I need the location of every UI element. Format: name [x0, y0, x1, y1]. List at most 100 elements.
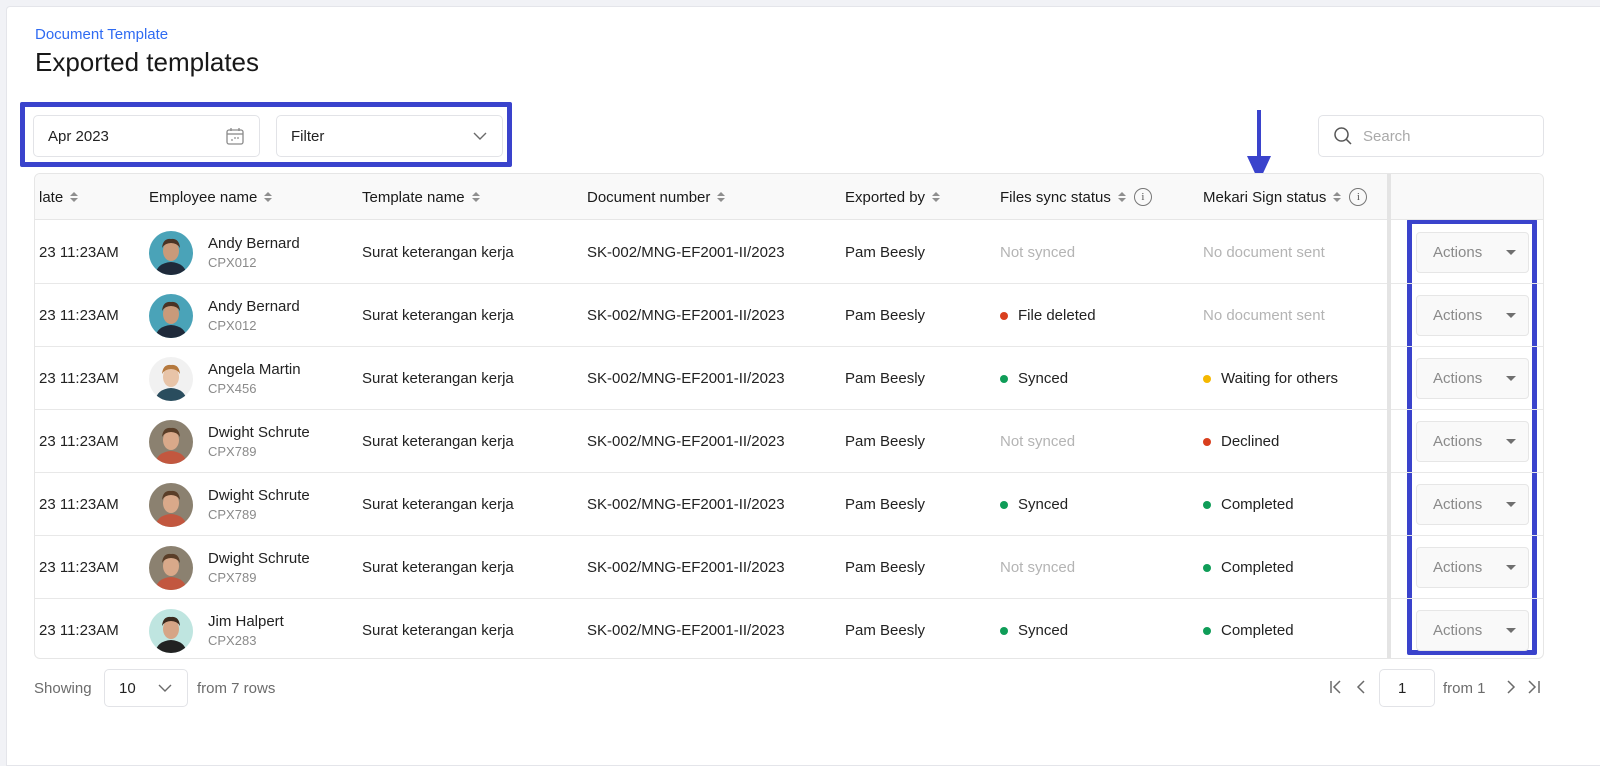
cell-exported-by: Pam Beesly — [845, 622, 926, 639]
actions-label: Actions — [1433, 244, 1483, 261]
search-input[interactable] — [1363, 127, 1533, 145]
caret-down-icon — [1506, 502, 1516, 507]
column-header-date[interactable]: late — [39, 174, 79, 220]
cell-employee[interactable]: Angela Martin CPX456 — [149, 347, 301, 410]
cell-mekari-sign-status: Declined — [1203, 410, 1279, 473]
sort-icon — [932, 192, 941, 202]
actions-label: Actions — [1433, 370, 1483, 387]
next-page-icon[interactable] — [1502, 678, 1520, 696]
files-sync-status-text: Synced — [1018, 496, 1069, 513]
employee-name: Andy Bernard — [208, 297, 300, 315]
column-header-label: Employee name — [149, 188, 258, 206]
column-header-label: Document number — [587, 188, 711, 206]
cell-document-number: SK-002/MNG-EF2001-II/2023 — [587, 559, 785, 576]
sort-icon — [70, 192, 79, 202]
cell-date: 23 11:23AM — [39, 496, 119, 513]
cell-employee[interactable]: Jim Halpert CPX283 — [149, 599, 284, 658]
cell-files-sync-status: Not synced — [1000, 536, 1075, 599]
cell-date: 23 11:23AM — [39, 622, 119, 639]
cell-files-sync-status: Synced — [1000, 347, 1068, 410]
column-header-mekari-sign-status[interactable]: Mekari Sign status i — [1203, 174, 1368, 220]
cell-exported-by: Pam Beesly — [845, 370, 926, 387]
employee-name: Angela Martin — [208, 360, 301, 378]
status-dot — [1203, 374, 1211, 383]
caret-down-icon — [1506, 313, 1516, 318]
search-icon — [1333, 126, 1353, 146]
exported-templates-table: late Employee name Template name Documen… — [34, 173, 1544, 659]
previous-page-icon[interactable] — [1352, 678, 1370, 696]
caret-down-icon — [1506, 565, 1516, 570]
mekari-sign-status-text: No document sent — [1203, 244, 1325, 261]
cell-template-name: Surat keterangan kerja — [362, 622, 514, 639]
cell-employee[interactable]: Dwight Schrute CPX789 — [149, 473, 310, 536]
rows-count-label: from 7 rows — [197, 679, 276, 697]
column-header-exported-by[interactable]: Exported by — [845, 174, 941, 220]
mekari-sign-status-text: Declined — [1221, 433, 1280, 450]
breadcrumb-document-template[interactable]: Document Template — [35, 26, 168, 43]
month-picker[interactable]: Apr 2023 — [33, 115, 260, 157]
actions-dropdown-button[interactable]: Actions — [1416, 358, 1529, 399]
cell-mekari-sign-status: No document sent — [1203, 284, 1325, 347]
filter-dropdown[interactable]: Filter — [276, 115, 503, 157]
column-header-files-sync-status[interactable]: Files sync status i — [1000, 174, 1152, 220]
sticky-column-divider — [1387, 174, 1391, 658]
table-row: 23 11:23AM Dwight Schrute CPX789 Surat kete… — [35, 473, 1543, 536]
employee-id: CPX012 — [208, 317, 257, 333]
column-header-employee-name[interactable]: Employee name — [149, 174, 273, 220]
actions-dropdown-button[interactable]: Actions — [1416, 295, 1529, 336]
column-header-document-number[interactable]: Document number — [587, 174, 726, 220]
table-row: 23 11:23AM Dwight Schrute CPX789 Surat kete… — [35, 410, 1543, 473]
status-dot — [1203, 626, 1211, 635]
page-title: Exported templates — [35, 47, 260, 77]
actions-dropdown-button[interactable]: Actions — [1416, 610, 1529, 651]
mekari-sign-status-text: Completed — [1221, 559, 1294, 576]
table-row: 23 11:23AM Andy Bernard CPX012 Surat ketera… — [35, 221, 1543, 284]
avatar — [149, 293, 193, 338]
employee-name: Andy Bernard — [208, 234, 300, 252]
month-picker-value: Apr 2023 — [48, 127, 109, 145]
actions-dropdown-button[interactable]: Actions — [1416, 547, 1529, 588]
cell-files-sync-status: Not synced — [1000, 410, 1075, 473]
info-icon[interactable]: i — [1349, 188, 1368, 206]
cell-template-name: Surat keterangan kerja — [362, 307, 514, 324]
first-page-icon[interactable] — [1328, 678, 1346, 696]
cell-template-name: Surat keterangan kerja — [362, 559, 514, 576]
cell-document-number: SK-002/MNG-EF2001-II/2023 — [587, 496, 785, 513]
actions-dropdown-button[interactable]: Actions — [1416, 421, 1529, 462]
page-size-select[interactable]: 10 — [104, 669, 188, 707]
cell-employee[interactable]: Dwight Schrute CPX789 — [149, 410, 310, 473]
table-footer: Showing 10 from 7 rows 1 from 1 — [34, 669, 1544, 711]
actions-label: Actions — [1433, 433, 1483, 450]
cell-employee[interactable]: Andy Bernard CPX012 — [149, 221, 300, 284]
cell-employee[interactable]: Andy Bernard CPX012 — [149, 284, 300, 347]
cell-template-name: Surat keterangan kerja — [362, 370, 514, 387]
cell-files-sync-status: Synced — [1000, 473, 1068, 536]
last-page-icon[interactable] — [1524, 678, 1542, 696]
cell-document-number: SK-002/MNG-EF2001-II/2023 — [587, 370, 785, 387]
avatar — [149, 482, 193, 527]
caret-down-icon — [1506, 250, 1516, 255]
cell-mekari-sign-status: Completed — [1203, 536, 1294, 599]
sort-icon — [717, 192, 726, 202]
sort-icon — [1333, 192, 1342, 202]
employee-id: CPX789 — [208, 506, 257, 522]
cell-template-name: Surat keterangan kerja — [362, 244, 514, 261]
files-sync-status-text: File deleted — [1018, 307, 1096, 324]
current-page-input[interactable]: 1 — [1379, 669, 1435, 707]
files-sync-status-text: Not synced — [1000, 559, 1076, 576]
status-dot — [1000, 311, 1008, 320]
info-icon[interactable]: i — [1133, 188, 1152, 206]
cell-exported-by: Pam Beesly — [845, 496, 926, 513]
calendar-icon — [225, 126, 245, 146]
employee-name: Dwight Schrute — [208, 549, 310, 567]
column-header-template-name[interactable]: Template name — [362, 174, 480, 220]
actions-dropdown-button[interactable]: Actions — [1416, 484, 1529, 525]
actions-label: Actions — [1433, 559, 1483, 576]
employee-id: CPX789 — [208, 569, 257, 585]
cell-employee[interactable]: Dwight Schrute CPX789 — [149, 536, 310, 599]
showing-label: Showing — [34, 679, 92, 697]
cell-files-sync-status: Synced — [1000, 599, 1068, 658]
employee-id: CPX456 — [208, 380, 257, 396]
actions-dropdown-button[interactable]: Actions — [1416, 232, 1529, 273]
search-field[interactable] — [1318, 115, 1544, 157]
